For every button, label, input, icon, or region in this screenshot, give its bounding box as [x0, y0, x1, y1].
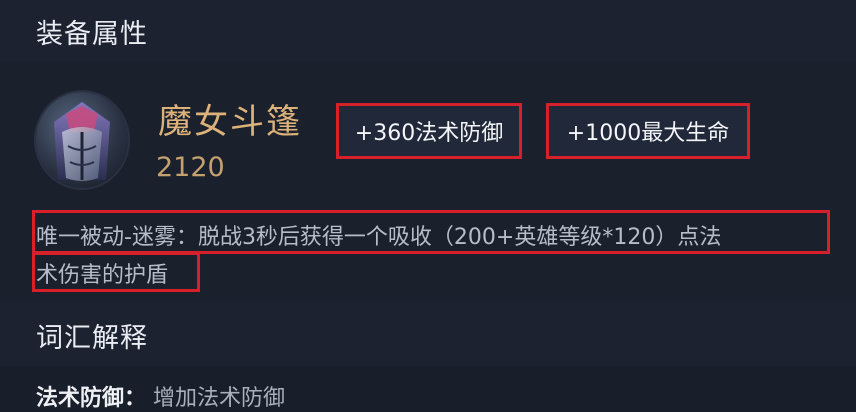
item-name: 魔女斗篷: [158, 102, 302, 142]
glossary-row: 法术防御： 增加法术防御: [36, 380, 285, 412]
glossary-term: 法术防御：: [36, 386, 147, 411]
glossary-section-title: 词汇解释: [36, 323, 148, 354]
passive-description-line: 术伤害的护盾: [36, 263, 169, 288]
attributes-section-title: 装备属性: [36, 19, 148, 50]
stat-magic-defense: +360法术防御: [336, 103, 522, 159]
passive-description-line: 唯一被动-迷雾：脱战3秒后获得一个吸收（200+英雄等级*120）点法: [36, 225, 722, 250]
item-price: 2120: [156, 152, 225, 183]
glossary-definition: 增加法术防御: [153, 386, 286, 411]
glossary-section-header: 词汇解释: [0, 300, 856, 366]
cloak-item-icon: [36, 92, 128, 188]
stat-max-health: +1000最大生命: [546, 103, 750, 159]
attributes-section-header: 装备属性: [0, 0, 856, 62]
